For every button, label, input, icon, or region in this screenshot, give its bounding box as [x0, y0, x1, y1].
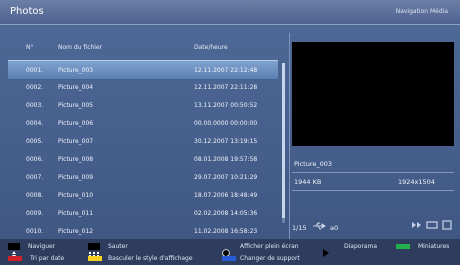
- row-filename: Picture_006: [58, 120, 94, 127]
- row-filename: Picture_010: [58, 192, 94, 199]
- row-datetime: 12.11.2007 22:12:48: [194, 67, 258, 74]
- column-header-number: N°: [26, 44, 34, 51]
- row-datetime: 02.02.2008 14:05:36: [194, 210, 258, 217]
- row-number: 0007.: [26, 174, 44, 181]
- page-counter: 1/15: [292, 224, 307, 232]
- green-key: [396, 244, 410, 249]
- row-filename: Picture_012: [58, 228, 94, 235]
- row-datetime: 30.12.2007 13:19:15: [194, 138, 258, 145]
- play-icon: [322, 242, 330, 257]
- table-row[interactable]: 0005. Picture_007 30.12.2007 13:19:15: [8, 132, 278, 150]
- row-filename: Picture_008: [58, 156, 94, 163]
- red-key: [8, 256, 22, 261]
- legend-slideshow: Diaporama: [344, 243, 378, 250]
- info-separator: [292, 190, 454, 191]
- yellow-key: [88, 256, 102, 261]
- table-row[interactable]: 0010. Picture_012 11.02.2008 16:58:23: [8, 222, 278, 240]
- legend-fullscreen: Afficher plein écran: [240, 243, 299, 250]
- row-datetime: 13.11.2007 00:50:52: [194, 102, 258, 109]
- file-size: 1944 KB: [294, 178, 322, 186]
- legend-thumbnails: Miniatures: [418, 243, 450, 250]
- row-number: 0009.: [26, 210, 44, 217]
- row-datetime: 18.07.2006 18:48:49: [194, 192, 258, 199]
- title-bar: Photos Navigation Média: [0, 0, 460, 25]
- info-separator: [292, 172, 454, 173]
- legend-toggle-style: Basculer le style d'affichage: [108, 255, 193, 262]
- row-number: 0004.: [26, 120, 44, 127]
- row-filename: Picture_004: [58, 84, 94, 91]
- legend-navigate: Naviguer: [28, 243, 56, 250]
- image-preview: [292, 42, 454, 146]
- table-row[interactable]: 0008. Picture_010 18.07.2006 18:48:49: [8, 186, 278, 204]
- row-number: 0003.: [26, 102, 44, 109]
- row-filename: Picture_003: [58, 67, 94, 74]
- table-row[interactable]: 0003. Picture_005 13.11.2007 00:50:52: [8, 96, 278, 114]
- table-row[interactable]: 0006. Picture_008 08.01.2008 19:57:58: [8, 150, 278, 168]
- preview-filename: Picture_003: [294, 160, 333, 168]
- repeat-icon: [426, 220, 438, 232]
- usb-icon: [312, 222, 326, 232]
- table-row[interactable]: 0004. Picture_006 00.00.0000 00:00:00: [8, 114, 278, 132]
- row-filename: Picture_011: [58, 210, 94, 217]
- row-filename: Picture_009: [58, 174, 94, 181]
- table-row[interactable]: 0002. Picture_004 12.11.2007 22:11:28: [8, 78, 278, 96]
- row-number: 0001.: [26, 67, 44, 74]
- section-title: Navigation Média: [395, 8, 448, 15]
- row-datetime: 00.00.0000 00:00:00: [194, 120, 258, 127]
- legend-sort: Tri par date: [30, 255, 65, 262]
- row-datetime: 08.01.2008 19:57:58: [194, 156, 258, 163]
- row-number: 0010.: [26, 228, 44, 235]
- row-datetime: 11.02.2008 16:58:23: [194, 228, 258, 235]
- row-filename: Picture_005: [58, 102, 94, 109]
- page-title: Photos: [10, 6, 44, 17]
- row-datetime: 29.07.2007 10:21:29: [194, 174, 258, 181]
- usb-label: a0: [330, 224, 339, 232]
- table-row[interactable]: 0001. Picture_003 12.11.2007 22:12:48: [8, 60, 278, 80]
- updown-arrows-icon: [8, 243, 20, 258]
- row-number: 0006.: [26, 156, 44, 163]
- remote-legend: Naviguer Sauter Afficher plein écran Dia…: [0, 239, 460, 265]
- column-header-datetime: Date/heure: [194, 44, 228, 51]
- image-resolution: 1924x1504: [398, 178, 435, 186]
- row-number: 0002.: [26, 84, 44, 91]
- ok-icon: [222, 242, 230, 257]
- panel-divider: [289, 33, 290, 243]
- scrollbar-thumb[interactable]: [282, 63, 285, 218]
- column-header-filename: Nom du fichier: [58, 44, 103, 51]
- slideshow-ctrl-icon: [410, 220, 424, 232]
- numeric-keys-icon: [88, 243, 100, 257]
- table-row[interactable]: 0007. Picture_009 29.07.2007 10:21:29: [8, 168, 278, 186]
- list-scrollbar[interactable]: [282, 63, 285, 223]
- row-number: 0005.: [26, 138, 44, 145]
- table-row[interactable]: 0009. Picture_011 02.02.2008 14:05:36: [8, 204, 278, 222]
- legend-change-source: Changer de support: [240, 255, 300, 262]
- blue-key: [222, 256, 236, 261]
- row-number: 0008.: [26, 192, 44, 199]
- file-list: N° Nom du fichier Date/heure 0001. Pictu…: [8, 32, 288, 235]
- stop-icon: [442, 220, 452, 232]
- row-datetime: 12.11.2007 22:11:28: [194, 84, 258, 91]
- row-filename: Picture_007: [58, 138, 94, 145]
- legend-jump: Sauter: [108, 243, 128, 250]
